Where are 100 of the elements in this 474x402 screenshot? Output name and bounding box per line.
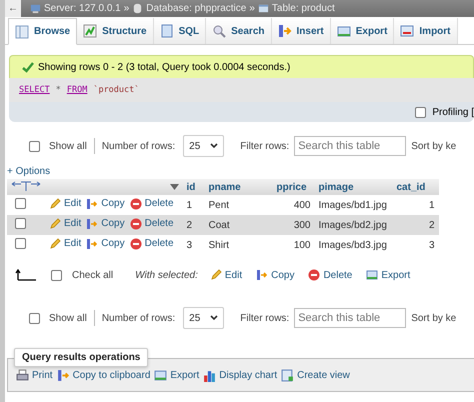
table-cell: Shirt bbox=[204, 235, 272, 255]
table-cell: 400 bbox=[272, 195, 314, 215]
up-arrow-icon bbox=[15, 269, 37, 281]
pencil-icon bbox=[49, 218, 61, 230]
export-icon bbox=[366, 269, 378, 281]
pencil-icon bbox=[49, 238, 61, 250]
search-icon bbox=[212, 24, 226, 38]
chevron-icon bbox=[210, 143, 218, 149]
breadcrumb-separator: » bbox=[249, 3, 255, 14]
breadcrumb-link[interactable]: Database: phppractice bbox=[146, 3, 246, 14]
sort-triangle-icon[interactable] bbox=[170, 184, 178, 190]
sql-keyword[interactable]: SELECT bbox=[19, 85, 50, 95]
delete-link[interactable]: Delete bbox=[130, 218, 174, 230]
row-checkbox[interactable] bbox=[15, 198, 26, 209]
sort-label: Sort by ke bbox=[411, 140, 456, 152]
profiling-checkbox[interactable] bbox=[415, 106, 426, 118]
column-header[interactable]: pprice bbox=[272, 179, 314, 195]
check-all-checkbox[interactable] bbox=[51, 270, 62, 280]
tab[interactable]: SQL bbox=[154, 18, 206, 44]
filter-field[interactable]: Search this table bbox=[294, 136, 406, 156]
print-link[interactable]: Print bbox=[16, 368, 53, 382]
export-icon bbox=[154, 368, 168, 382]
filter-field[interactable]: Search this table bbox=[294, 308, 406, 328]
edit-link[interactable]: Edit bbox=[49, 238, 82, 250]
column-header[interactable]: cat_id bbox=[392, 179, 438, 195]
edit-link[interactable]: Edit bbox=[49, 218, 82, 230]
breadcrumb-link[interactable]: Server: 127.0.0.1 bbox=[44, 3, 121, 14]
table-cell: Pent bbox=[204, 195, 272, 215]
profiling-label: Profiling [ bbox=[432, 106, 474, 118]
tab[interactable]: Import bbox=[394, 18, 458, 44]
row-checkbox[interactable] bbox=[15, 218, 26, 229]
table-cell: 1 bbox=[392, 195, 438, 215]
export-link[interactable]: Export bbox=[154, 368, 200, 382]
table-cell: 1 bbox=[182, 195, 204, 215]
copy-link[interactable]: Copy bbox=[86, 218, 125, 230]
tab[interactable]: Export bbox=[330, 18, 394, 44]
sort-label: Sort by ke bbox=[411, 312, 456, 324]
table-cell: Images/bd2.jpg bbox=[314, 215, 392, 235]
table-cell: Coat bbox=[204, 215, 272, 235]
delete-icon bbox=[130, 218, 142, 230]
export-link[interactable]: Export bbox=[366, 269, 410, 281]
copy-link[interactable]: Copy bbox=[86, 198, 125, 210]
printer-icon bbox=[16, 368, 29, 382]
tab[interactable]: Insert bbox=[272, 18, 331, 44]
show-all-label: Show all bbox=[49, 140, 87, 152]
table-cell: 3 bbox=[182, 235, 204, 255]
chart-link[interactable]: Display chart bbox=[203, 368, 278, 382]
delete-link[interactable]: Delete bbox=[308, 269, 352, 281]
checkmark-icon bbox=[22, 61, 34, 73]
breadcrumb-link[interactable]: Table: product bbox=[272, 3, 335, 14]
edit-link[interactable]: Edit bbox=[210, 269, 242, 281]
table-cell: 2 bbox=[182, 215, 204, 235]
edit-link[interactable]: Edit bbox=[49, 198, 82, 210]
options-link[interactable]: + Options bbox=[7, 166, 50, 177]
breadcrumb-separator: » bbox=[124, 3, 130, 14]
view-link[interactable]: Create view bbox=[281, 368, 350, 382]
insert-icon bbox=[56, 368, 70, 382]
copy-link[interactable]: Copy bbox=[86, 238, 125, 250]
insert-icon bbox=[86, 238, 98, 250]
rows-label: Number of rows: bbox=[102, 312, 176, 324]
filter-label: Filter rows: bbox=[240, 312, 290, 324]
sql-token: `product` bbox=[93, 85, 140, 95]
insert-icon bbox=[278, 24, 292, 38]
with-selected-label: With selected: bbox=[135, 270, 198, 280]
column-header[interactable]: pname bbox=[204, 179, 272, 195]
column-header[interactable]: id bbox=[182, 179, 204, 195]
table-icon bbox=[15, 24, 29, 38]
table-cell: 2 bbox=[392, 215, 438, 235]
tab[interactable]: Browse bbox=[8, 18, 78, 45]
row-checkbox[interactable] bbox=[15, 238, 26, 249]
insert-icon bbox=[86, 198, 98, 210]
show-all-checkbox[interactable] bbox=[29, 312, 40, 324]
create-view-icon bbox=[281, 368, 294, 382]
rows-select[interactable]: 25 bbox=[183, 135, 224, 157]
copy-link[interactable]: Copy bbox=[256, 269, 294, 281]
delete-link[interactable]: Delete bbox=[130, 198, 174, 210]
delete-icon bbox=[130, 198, 142, 210]
sql-keyword[interactable]: FROM bbox=[66, 85, 88, 95]
rows-label: Number of rows: bbox=[102, 140, 176, 152]
message-text: Showing rows 0 - 2 (3 total, Query took 0.0004 seconds.) bbox=[38, 62, 290, 72]
pencil-icon bbox=[49, 198, 61, 210]
tab[interactable]: Structure bbox=[77, 18, 154, 44]
insert-icon bbox=[86, 218, 98, 230]
column-header[interactable]: pimage bbox=[314, 179, 392, 195]
copy-link[interactable]: Copy to clipboard bbox=[56, 368, 150, 382]
bar-chart-icon bbox=[203, 368, 216, 382]
filter-label: Filter rows: bbox=[240, 140, 290, 152]
export-icon bbox=[336, 24, 351, 38]
table-cell: 3 bbox=[392, 235, 438, 255]
sql-token: * bbox=[56, 85, 61, 95]
table-cell: 100 bbox=[272, 235, 314, 255]
panel-legend: Query results operations bbox=[14, 348, 148, 367]
table-cell: Images/bd1.jpg bbox=[314, 195, 392, 215]
rows-select[interactable]: 25 bbox=[183, 307, 224, 329]
server-icon bbox=[30, 3, 41, 14]
delete-link[interactable]: Delete bbox=[130, 238, 174, 250]
show-all-label: Show all bbox=[49, 312, 87, 324]
table-cell: Images/bd3.jpg bbox=[314, 235, 392, 255]
tab[interactable]: Search bbox=[206, 18, 272, 44]
show-all-checkbox[interactable] bbox=[29, 140, 40, 152]
